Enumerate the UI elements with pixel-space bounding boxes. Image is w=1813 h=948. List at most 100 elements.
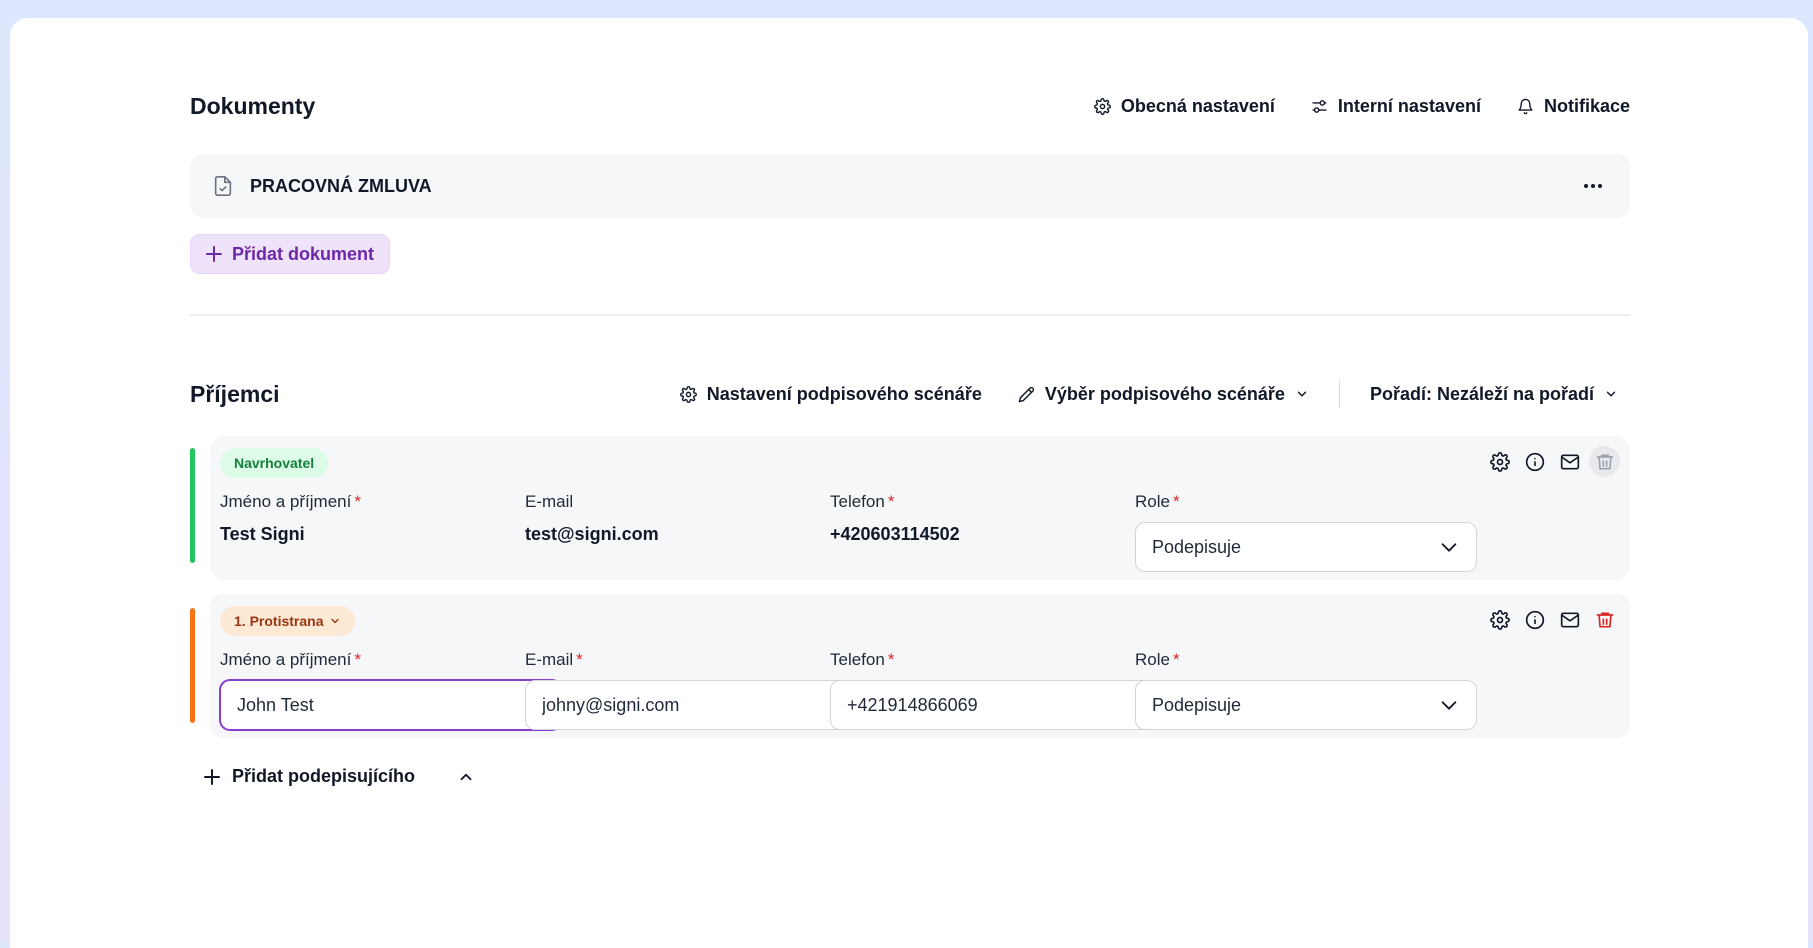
documents-title: Dokumenty — [190, 92, 316, 119]
email-field: E-mail * — [525, 650, 867, 730]
order-dropdown[interactable]: Pořadí: Nezáleží na pořadí — [1370, 384, 1618, 405]
recipient-actions — [1484, 446, 1620, 477]
internal-settings-label: Interní nastavení — [1337, 95, 1481, 116]
role-label: Role * — [1135, 492, 1477, 514]
header-separator — [1338, 381, 1340, 407]
email-label: E-mail * — [525, 650, 867, 672]
add-document-label: Přidat dokument — [232, 243, 375, 264]
documents-actions: Obecná nastavení Interní nastavení Notif… — [1093, 95, 1630, 117]
recipient-accent-bar — [190, 608, 195, 723]
email-input[interactable] — [525, 680, 867, 730]
email-label: E-mail — [525, 492, 574, 511]
recipient-settings-button[interactable] — [1484, 446, 1515, 477]
document-check-icon — [214, 176, 232, 196]
name-value: Test Signi — [220, 524, 305, 544]
name-label-text: Jméno a příjmení — [220, 650, 352, 669]
recipient-info-button[interactable] — [1519, 446, 1550, 477]
info-icon — [1525, 610, 1544, 629]
recipient-accent-bar — [190, 448, 195, 563]
recipient-settings-button[interactable] — [1484, 604, 1515, 635]
name-label-text: Jméno a příjmení — [220, 492, 352, 511]
notifications-label: Notifikace — [1543, 95, 1630, 116]
add-signer-button[interactable]: Přidat podepisujícího — [204, 766, 475, 787]
add-document-button[interactable]: Přidat dokument — [190, 234, 391, 274]
sliders-icon — [1312, 99, 1327, 113]
internal-settings-button[interactable]: Interní nastavení — [1311, 96, 1481, 117]
chevron-down-icon — [1441, 701, 1457, 710]
phone-label: Telefon * — [830, 650, 1172, 672]
required-mark: * — [354, 492, 361, 511]
bell-icon — [1518, 98, 1533, 114]
role-label-text: Role — [1135, 492, 1170, 511]
email-field: E-mail test@signi.com — [525, 492, 867, 545]
chevron-down-icon — [1441, 543, 1457, 552]
recipient-card-proposer: Navrhovatel Jméno a příjmení * Test Signi — [210, 436, 1630, 580]
recipients-actions: Nastavení podpisového scénáře Výběr podp… — [679, 381, 1630, 407]
name-field: Jméno a příjmení * — [220, 650, 562, 730]
phone-label: Telefon * — [830, 492, 1172, 514]
name-label: Jméno a příjmení * — [220, 650, 562, 672]
recipients-header: Příjemci Nastavení podpisového scénáře V… — [190, 374, 1630, 414]
role-select-value: Podepisuje — [1152, 694, 1242, 715]
mail-icon — [1560, 612, 1579, 627]
trash-icon — [1596, 454, 1613, 469]
recipient-delete-button[interactable] — [1589, 604, 1620, 635]
role-badge-dropdown[interactable]: 1. Protistrana — [220, 606, 356, 636]
pencil-icon — [1018, 386, 1034, 402]
role-select[interactable]: Podepisuje — [1135, 680, 1477, 730]
role-field: Role * Podepisuje — [1135, 650, 1477, 730]
plus-icon — [206, 246, 222, 262]
more-options-button[interactable] — [1578, 171, 1608, 201]
gear-icon — [1489, 609, 1510, 630]
required-mark: * — [1172, 650, 1180, 669]
plus-icon — [204, 768, 220, 785]
recipient-email-button[interactable] — [1554, 604, 1585, 635]
main-panel: Dokumenty Obecná nastavení Interní nasta… — [10, 18, 1808, 948]
chevron-down-icon — [331, 618, 340, 624]
role-select[interactable]: Podepisuje — [1135, 522, 1477, 572]
gear-icon — [1093, 97, 1111, 115]
mail-icon — [1560, 454, 1579, 469]
role-field: Role * Podepisuje — [1135, 492, 1477, 572]
order-label: Pořadí: Nezáleží na pořadí — [1369, 383, 1594, 404]
required-mark: * — [354, 650, 361, 669]
recipient-delete-button[interactable] — [1589, 446, 1620, 477]
gear-icon — [679, 385, 697, 403]
phone-value: +420603114502 — [830, 524, 960, 544]
name-input[interactable] — [220, 680, 562, 730]
name-label: Jméno a příjmení * — [220, 492, 562, 514]
required-mark: * — [887, 650, 895, 669]
recipient-card-counterparty: 1. Protistrana Jméno a příjmení * John T… — [210, 594, 1630, 738]
document-item[interactable]: PRACOVNÁ ZMLUVA — [190, 154, 1630, 218]
chevron-down-icon — [1297, 391, 1307, 397]
role-label-text: Role — [1135, 650, 1170, 669]
chevron-down-icon — [1606, 391, 1616, 397]
phone-input[interactable] — [830, 680, 1172, 730]
phone-label-text: Telefon — [830, 492, 885, 511]
section-divider — [190, 314, 1630, 316]
general-settings-label: Obecná nastavení — [1120, 95, 1275, 116]
recipients-title: Příjemci — [190, 380, 280, 407]
role-select-value: Podepisuje — [1152, 536, 1242, 557]
notifications-button[interactable]: Notifikace — [1517, 96, 1630, 117]
role-badge-label: 1. Protistrana — [234, 613, 324, 629]
general-settings-button[interactable]: Obecná nastavení — [1093, 95, 1275, 117]
add-signer-label: Přidat podepisujícího — [232, 766, 416, 786]
recipient-actions — [1484, 604, 1620, 635]
scenario-settings-label: Nastavení podpisového scénáře — [706, 383, 982, 404]
recipient-email-button[interactable] — [1554, 446, 1585, 477]
scenario-select-dropdown[interactable]: Výběr podpisového scénáře — [1018, 384, 1309, 405]
phone-field: Telefon * +420603114502 — [830, 492, 1172, 545]
scenario-settings-button[interactable]: Nastavení podpisového scénáře — [679, 383, 982, 405]
gear-icon — [1489, 451, 1510, 472]
email-label-text: E-mail — [525, 650, 574, 669]
email-value: test@signi.com — [525, 524, 659, 544]
phone-field: Telefon * — [830, 650, 1172, 730]
required-mark: * — [576, 650, 583, 669]
more-horizontal-icon — [1584, 184, 1602, 188]
scenario-select-label: Výběr podpisového scénáře — [1044, 383, 1285, 404]
trash-icon — [1596, 612, 1613, 627]
role-label: Role * — [1135, 650, 1477, 672]
chevron-up-icon[interactable] — [457, 768, 475, 786]
recipient-info-button[interactable] — [1519, 604, 1550, 635]
